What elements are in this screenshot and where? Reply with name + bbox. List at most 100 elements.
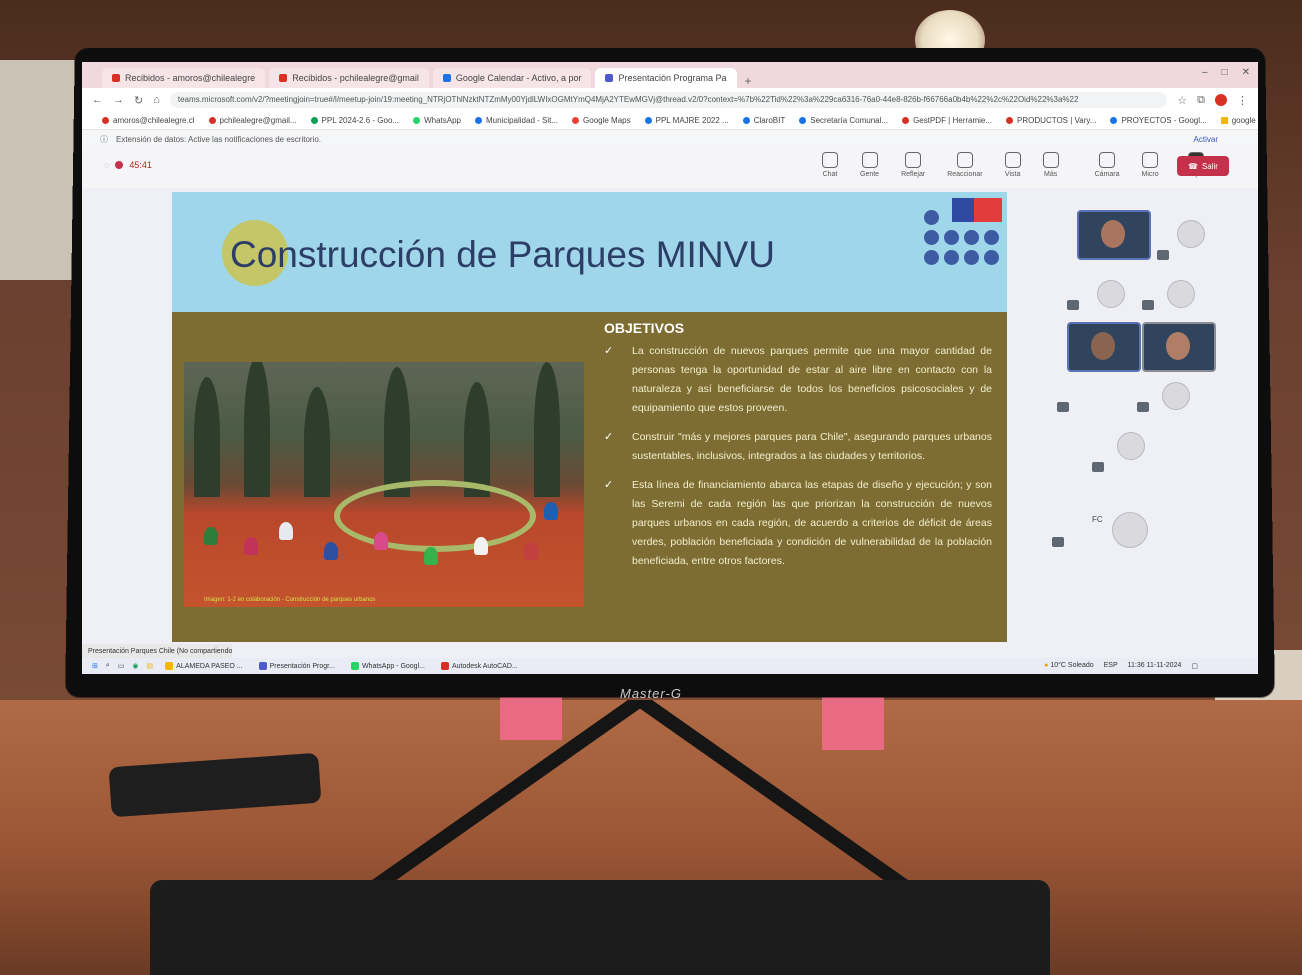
weather-widget[interactable]: ● 10°C Soleado [1044,662,1093,670]
taskbar-app[interactable]: ALAMEDA PASEO ... [161,662,246,670]
taskbar-app[interactable]: WhatsApp - Googl... [347,662,429,670]
sharing-status-bar[interactable]: Presentación Parques Chile (No compartie… [82,644,232,658]
bookmark[interactable]: PRODUCTOS | Vary... [1006,116,1096,125]
browser-tab[interactable]: Recibidos - amoros@chilealegre [102,68,266,88]
reload-icon[interactable]: ↻ [134,94,143,107]
bookmark[interactable]: pchilealegre@gmail... [208,116,297,125]
bookmark-folder[interactable]: google [1220,116,1256,125]
search-icon[interactable]: ⌕ [106,662,110,670]
bookmark[interactable]: GestPDF | Herramie... [902,116,992,125]
bookmark[interactable]: Municipalidad - Sit... [474,116,558,125]
bookmark-icon [1006,117,1014,124]
bookmark[interactable]: PROYECTOS - Googl... [1110,116,1207,125]
bookmark-icon [1110,117,1118,124]
participant-avatar[interactable] [1117,432,1145,460]
folder-icon [1220,117,1228,124]
bookmark[interactable]: PPL 2024-2.6 - Goo... [310,116,399,125]
file-explorer-icon[interactable]: ▤ [147,662,154,670]
dot [924,230,939,245]
people-button[interactable]: Gente [860,152,879,178]
person [524,542,538,560]
participant-face [1101,220,1125,248]
bookmark[interactable]: amoros@chilealegre.cl [102,116,195,125]
participant-avatar[interactable] [1112,512,1148,548]
phone-hangup-icon: ☎ [1188,161,1198,171]
objective-item: ✓ Esta línea de financiamiento abarca las… [604,476,992,571]
dot [944,250,959,265]
profile-avatar[interactable] [1215,94,1227,106]
tree [304,387,330,497]
bookmark[interactable]: Google Maps [572,116,631,125]
person [374,532,388,550]
star-icon[interactable]: ☆ [1177,94,1187,107]
leave-button[interactable]: ☎ Salir [1177,156,1229,176]
new-tab-icon[interactable]: + [741,74,752,88]
view-button[interactable]: Vista [1004,152,1021,178]
gmail-icon [279,74,288,82]
raise-hand-button[interactable]: Reflejar [901,152,925,178]
person [244,537,258,555]
muted-mic-icon [1057,402,1069,412]
bookmark[interactable]: ClaroBIT [742,116,785,125]
language-indicator[interactable]: ESP [1104,662,1118,670]
taskbar-app[interactable]: Autodesk AutoCAD... [437,662,522,670]
checkmark-icon: ✓ [604,431,614,443]
tree [194,377,220,497]
more-button[interactable]: Más [1042,152,1059,178]
emoji-icon [956,152,973,168]
participant-avatar[interactable] [1177,220,1205,248]
bookmark[interactable]: Secretaría Comunal... [799,116,888,125]
chrome-icon[interactable]: ◉ [132,662,138,670]
home-icon[interactable]: ⌂ [153,94,160,106]
meeting-timer: ◌ 45:41 [104,160,152,170]
person [424,547,438,565]
browser-tab[interactable]: Google Calendar - Activo, a por [432,68,592,88]
windows-start-icon[interactable]: ⊞ [92,662,98,670]
chat-button[interactable]: Chat [822,152,838,178]
forward-icon[interactable]: → [113,94,124,106]
teams-meeting-toolbar: ◌ 45:41 Chat Gente Reflejar Reaccionar V… [82,148,1258,188]
person [324,542,338,560]
browser-tab[interactable]: Recibidos - pchilealegre@gmail [269,68,429,88]
participant-video-tile[interactable] [1077,210,1151,260]
participant-video-tile[interactable] [1067,322,1141,372]
sun-icon: ● [1044,662,1049,669]
mic-button[interactable]: Micro [1142,152,1159,178]
menu-icon[interactable]: ⋮ [1237,94,1248,107]
activate-notifications-button[interactable]: Activar [1194,135,1218,144]
task-view-icon[interactable]: ▭ [118,662,125,670]
checkmark-icon: ✓ [604,479,614,491]
info-icon: ⓘ [100,134,108,144]
close-icon[interactable]: ✕ [1242,67,1250,78]
bookmark[interactable]: WhatsApp [413,116,461,125]
extensions-icon[interactable]: ⧉ [1197,94,1205,107]
browser-tab-active[interactable]: Presentación Programa Pa [595,68,737,88]
notifications-icon[interactable]: ▢ [1191,662,1198,670]
clock[interactable]: 11:36 11-11-2024 [1128,662,1182,670]
taskbar-app[interactable]: Presentación Progr... [255,662,339,670]
shared-slide: Construcción de Parques MINVU Imagen: 1-… [172,192,1007,642]
bookmark-icon [310,117,318,124]
tree [384,367,410,497]
teams-icon [258,662,267,670]
bookmark[interactable]: PPL MAJRE 2022 ... [644,116,729,125]
react-button[interactable]: Reaccionar [947,152,983,178]
bookmarks-bar: amoros@chilealegre.cl pchilealegre@gmail… [82,112,1258,130]
gmail-icon [112,74,120,82]
bookmark-icon [799,117,807,124]
maximize-icon[interactable]: □ [1222,67,1228,78]
dot [984,230,999,245]
mic-icon [1142,152,1159,168]
dot [984,250,999,265]
back-icon[interactable]: ← [92,94,103,106]
minimize-icon[interactable]: – [1202,67,1208,78]
participant-avatar[interactable] [1097,280,1125,308]
participant-avatar[interactable] [1167,280,1195,308]
keyboard [150,880,1050,975]
tree [244,362,270,497]
participant-video-tile[interactable] [1142,322,1216,372]
dot [944,230,959,245]
url-field[interactable]: teams.microsoft.com/v2/?meetingjoin=true… [169,92,1168,108]
camera-button[interactable]: Cámara [1095,152,1120,178]
participant-avatar[interactable] [1162,382,1190,410]
